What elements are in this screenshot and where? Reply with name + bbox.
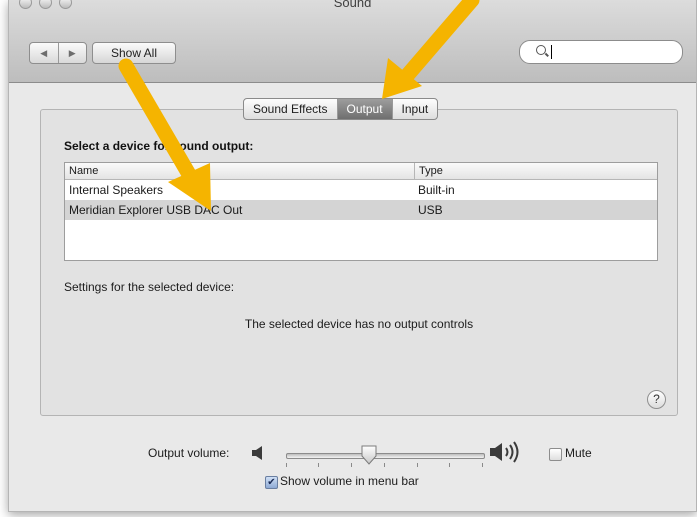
- sound-preferences-window: Sound ◀ ▶ Show All Sound Effects Output …: [8, 0, 697, 512]
- device-name: Meridian Explorer USB DAC Out: [69, 203, 243, 217]
- slider-tick: [384, 463, 385, 467]
- mute-checkbox[interactable]: [549, 448, 562, 461]
- device-type: USB: [418, 203, 443, 217]
- tab-sound-effects[interactable]: Sound Effects: [244, 99, 336, 119]
- show-volume-label[interactable]: Show volume in menu bar: [280, 474, 419, 488]
- volume-slider-track[interactable]: [286, 453, 485, 459]
- window-title: Sound: [333, 0, 372, 10]
- forward-button[interactable]: ▶: [57, 43, 87, 63]
- speaker-high-icon[interactable]: [489, 441, 523, 463]
- column-header-type[interactable]: Type: [414, 163, 657, 179]
- help-question-icon: ?: [653, 392, 660, 406]
- forward-arrow-icon: ▶: [68, 47, 76, 58]
- slider-tick: [449, 463, 450, 467]
- table-header: Name Type: [65, 163, 657, 180]
- slider-tick: [286, 463, 287, 467]
- title-bar: Sound ◀ ▶ Show All: [9, 0, 696, 83]
- tab-input[interactable]: Input: [391, 99, 438, 119]
- tab-output[interactable]: Output: [336, 99, 392, 119]
- tab-bar: Sound Effects Output Input: [243, 98, 439, 120]
- output-device-table[interactable]: Name Type Internal Speakers Built-in Mer…: [64, 162, 658, 261]
- text-caret: [551, 45, 552, 59]
- settings-label: Settings for the selected device:: [64, 280, 235, 294]
- slider-tick: [318, 463, 319, 467]
- checkmark-icon: ✔: [267, 477, 276, 488]
- device-name: Internal Speakers: [69, 183, 164, 197]
- slider-tick: [417, 463, 418, 467]
- device-row-internal-speakers[interactable]: Internal Speakers Built-in: [65, 180, 657, 200]
- show-volume-checkbox[interactable]: ✔: [265, 476, 278, 489]
- back-button[interactable]: ◀: [30, 43, 58, 63]
- device-row-meridian-explorer[interactable]: Meridian Explorer USB DAC Out USB: [65, 200, 657, 220]
- help-button[interactable]: ?: [647, 390, 666, 409]
- search-icon: [536, 45, 546, 55]
- no-output-controls-message: The selected device has no output contro…: [244, 317, 474, 331]
- show-all-button[interactable]: Show All: [92, 42, 176, 64]
- back-forward-control: ◀ ▶: [29, 42, 87, 64]
- select-device-label: Select a device for sound output:: [64, 139, 254, 153]
- volume-slider-thumb[interactable]: [361, 445, 377, 465]
- slider-tick: [482, 463, 483, 467]
- output-panel: Select a device for sound output: Name T…: [40, 109, 678, 416]
- speaker-low-icon[interactable]: [251, 446, 265, 460]
- output-volume-label: Output volume:: [148, 446, 230, 460]
- mute-label[interactable]: Mute: [565, 446, 592, 460]
- device-type: Built-in: [418, 183, 455, 197]
- back-arrow-icon: ◀: [40, 47, 48, 58]
- slider-tick: [351, 463, 352, 467]
- column-header-name[interactable]: Name: [65, 163, 414, 179]
- search-field[interactable]: [519, 40, 683, 64]
